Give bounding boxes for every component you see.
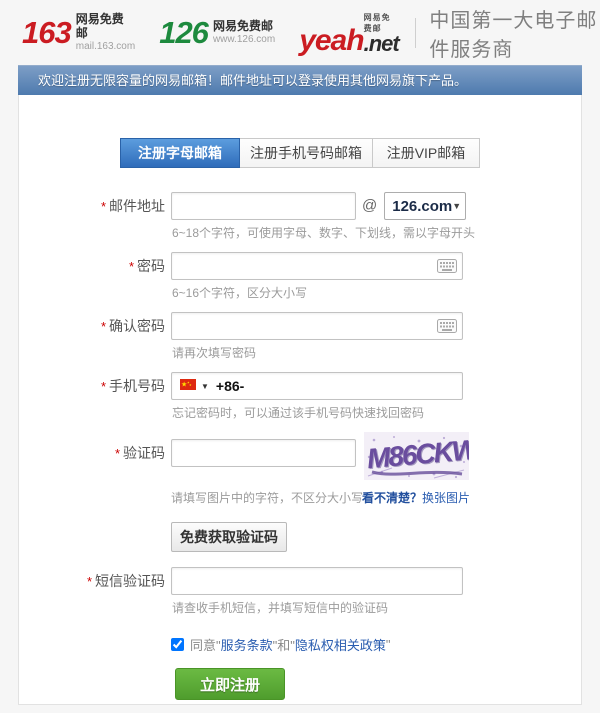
logo-163-name: 网易免费邮 xyxy=(76,13,135,41)
logo-126-name: 网易免费邮 xyxy=(213,20,275,34)
agreement-checkbox[interactable] xyxy=(171,638,184,651)
agreement-prefix: 同意" xyxy=(190,635,221,654)
agreement-row: 同意"服务条款"和"隐私权相关政策" xyxy=(171,635,581,654)
email-label: *邮件地址 xyxy=(19,192,165,252)
terms-link[interactable]: 服务条款 xyxy=(221,635,273,654)
chevron-down-icon: ▼ xyxy=(452,201,461,211)
required-mark: * xyxy=(101,379,106,394)
required-mark: * xyxy=(101,199,106,214)
logo-126-number: 126 xyxy=(159,17,208,48)
required-mark: * xyxy=(87,574,92,589)
phone-row: *手机号码 ★★★ ▼ +86- 忘记密码时，可以通过该手机号码快速找回密码 xyxy=(19,372,581,432)
phone-country-prefix: +86- xyxy=(216,378,244,394)
logo-yeah[interactable]: yeah 网易免费邮 .net xyxy=(299,12,399,54)
phone-label: *手机号码 xyxy=(19,372,165,432)
register-tabs: 注册字母邮箱 注册手机号码邮箱 注册VIP邮箱 xyxy=(120,138,581,168)
china-flag-icon[interactable]: ★★★ xyxy=(180,377,196,395)
captcha-image: M86CKW M86CKW xyxy=(364,432,469,485)
sms-code-label: *短信验证码 xyxy=(19,567,165,627)
welcome-banner: 欢迎注册无限容量的网易邮箱！邮件地址可以登录使用其他网易旗下产品。 xyxy=(18,65,582,95)
password-input[interactable] xyxy=(171,252,463,280)
required-mark: * xyxy=(115,446,120,461)
logo-163-domain: mail.163.com xyxy=(76,41,135,53)
sms-code-row: *短信验证码 请查收手机短信，并填写短信中的验证码 xyxy=(19,567,581,627)
email-input[interactable] xyxy=(171,192,356,220)
logo-126[interactable]: 126 网易免费邮 www.126.com xyxy=(159,17,275,48)
email-domain-select[interactable]: 126.com ▼ xyxy=(384,192,466,220)
agreement-middle: "和" xyxy=(273,635,295,654)
register-form: *邮件地址 @ 126.com ▼ 6~18个字符，可使用字母、数字、下划线，需… xyxy=(19,192,581,700)
password-row: *密码 6~16个字符，区分大小写 xyxy=(19,252,581,312)
svg-text:★: ★ xyxy=(189,383,192,387)
email-hint: 6~18个字符，可使用字母、数字、下划线，需以字母开头 xyxy=(172,226,475,241)
sms-code-input[interactable] xyxy=(171,567,463,595)
captcha-hint: 请填写图片中的字符，不区分大小写 xyxy=(171,489,362,506)
register-panel: 注册字母邮箱 注册手机号码邮箱 注册VIP邮箱 *邮件地址 @ 126.com … xyxy=(18,95,582,705)
header-tagline: 中国第一大电子邮件服务商 xyxy=(429,4,600,62)
logo-yeah-tld: .net xyxy=(364,34,399,54)
header-divider xyxy=(415,18,416,48)
password-label: *密码 xyxy=(19,252,165,312)
confirm-password-input[interactable] xyxy=(171,312,463,340)
captcha-label: *验证码 xyxy=(19,439,165,468)
logo-163-number: 163 xyxy=(22,17,71,48)
chevron-down-icon[interactable]: ▼ xyxy=(201,382,209,391)
captcha-refresh-link[interactable]: 换张图片 xyxy=(422,489,470,506)
phone-input[interactable]: ★★★ ▼ +86- xyxy=(171,372,463,400)
captcha-input[interactable] xyxy=(171,439,356,467)
get-sms-code-button[interactable]: 免费获取验证码 xyxy=(171,522,287,552)
confirm-password-row: *确认密码 请再次填写密码 xyxy=(19,312,581,372)
captcha-refresh-question[interactable]: 看不清楚？ xyxy=(362,489,422,506)
phone-hint: 忘记密码时，可以通过该手机号码快速找回密码 xyxy=(172,406,463,421)
agreement-suffix: " xyxy=(386,637,391,652)
sms-code-hint: 请查收手机短信，并填写短信中的验证码 xyxy=(172,601,463,616)
required-mark: * xyxy=(101,319,106,334)
at-symbol: @ xyxy=(362,192,377,220)
required-mark: * xyxy=(129,259,134,274)
keyboard-icon[interactable] xyxy=(437,319,457,338)
captcha-row: *验证码 xyxy=(19,432,581,485)
register-now-button[interactable]: 立即注册 xyxy=(175,668,285,700)
tab-phone-mailbox[interactable]: 注册手机号码邮箱 xyxy=(240,138,373,168)
logo-yeah-brand: yeah xyxy=(299,28,363,54)
tab-letter-mailbox[interactable]: 注册字母邮箱 xyxy=(120,138,240,168)
logo-126-domain: www.126.com xyxy=(213,34,275,46)
keyboard-icon[interactable] xyxy=(437,259,457,278)
privacy-link[interactable]: 隐私权相关政策 xyxy=(295,635,386,654)
confirm-password-hint: 请再次填写密码 xyxy=(172,346,463,361)
captcha-hints: 请填写图片中的字符，不区分大小写 看不清楚？ 换张图片 xyxy=(171,489,581,506)
email-row: *邮件地址 @ 126.com ▼ 6~18个字符，可使用字母、数字、下划线，需… xyxy=(19,192,581,252)
site-header: 163 网易免费邮 mail.163.com 126 网易免费邮 www.126… xyxy=(0,0,600,65)
logo-163[interactable]: 163 网易免费邮 mail.163.com xyxy=(22,13,135,52)
tab-vip-mailbox[interactable]: 注册VIP邮箱 xyxy=(373,138,480,168)
password-hint: 6~16个字符，区分大小写 xyxy=(172,286,463,301)
email-domain-value: 126.com xyxy=(392,198,452,215)
confirm-password-label: *确认密码 xyxy=(19,312,165,372)
